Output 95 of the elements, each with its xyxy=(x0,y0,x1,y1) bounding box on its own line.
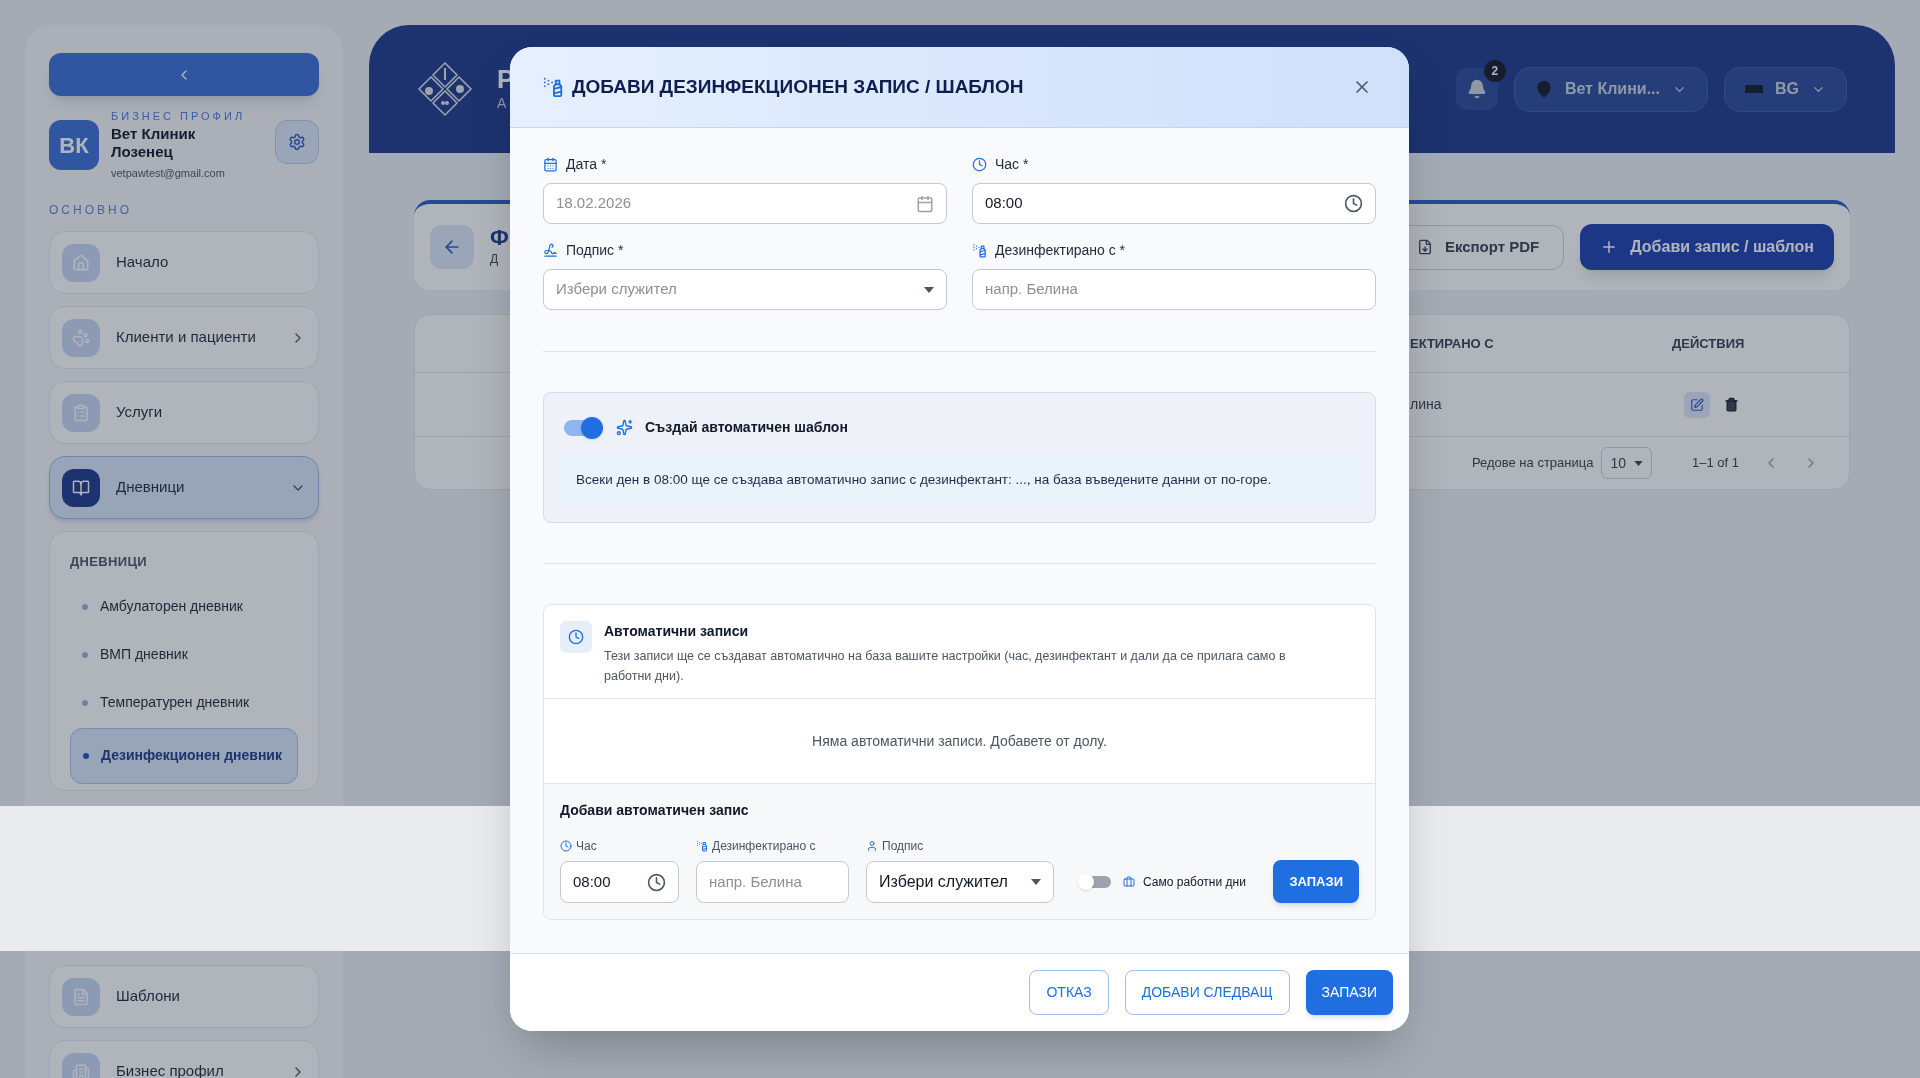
clock-icon xyxy=(1344,194,1363,213)
save-rule-button[interactable]: ЗАПАЗИ xyxy=(1273,860,1359,904)
submenu-item[interactable]: Дезинфекционен дневник xyxy=(70,727,298,784)
spray-icon xyxy=(542,76,564,98)
column-header: ДЕЙСТВИЯ xyxy=(1672,334,1745,353)
edit-button[interactable] xyxy=(1684,391,1710,418)
calendar-icon xyxy=(543,156,558,172)
nav-label: Клиенти и пациенти xyxy=(116,327,257,348)
clock-icon xyxy=(972,156,987,172)
template-label: Създай автоматичен шаблон xyxy=(645,418,848,437)
submenu-item[interactable]: Амбулаторен дневник xyxy=(70,583,298,630)
input-field[interactable]: 08:00 xyxy=(972,183,1376,224)
empty-state-text: Няма автоматични записи. Добавете от долу. xyxy=(812,731,1107,751)
working-days-label: Само работни дни xyxy=(1143,874,1246,892)
submenu-item[interactable]: Температурен дневник xyxy=(70,679,298,726)
clock-icon xyxy=(560,840,572,853)
document-icon xyxy=(72,987,90,1006)
spray-icon xyxy=(972,242,987,258)
page-subtitle: Д xyxy=(490,251,500,268)
nav-label: Услуги xyxy=(116,402,164,423)
add-form-title: Добави автоматичен запис xyxy=(560,801,750,821)
profile-email: vetpawtest@gmail.com xyxy=(111,165,226,181)
input-field[interactable]: 08:00 xyxy=(560,861,679,904)
nav-item[interactable]: Дневници xyxy=(49,456,319,519)
input-field[interactable]: напр. Белина xyxy=(696,861,849,904)
building-icon xyxy=(72,1062,90,1078)
table-cell-text: лина xyxy=(1410,395,1443,414)
select-field[interactable]: Избери служител xyxy=(866,861,1054,904)
toggle-switch[interactable] xyxy=(564,419,600,436)
avatar: ВК xyxy=(49,120,99,170)
auto-records-description: Тези записи ще се създават автоматично на база вашите настройки (час, дезинфектант и дали да се прилага само в работни дни). xyxy=(604,648,1287,686)
clock-icon xyxy=(647,872,666,892)
submenu-title: ДНЕВНИЦИ xyxy=(70,553,148,571)
notifications-button[interactable] xyxy=(1455,68,1498,110)
signature-icon xyxy=(543,242,558,258)
notification-badge: 2 xyxy=(1483,60,1506,82)
book-icon xyxy=(72,478,90,497)
input-field[interactable]: напр. Белина xyxy=(972,269,1376,310)
section-label: ОСНОВНО xyxy=(49,202,133,219)
field-label: Час xyxy=(576,838,597,856)
auto-records-title: Автоматични записи xyxy=(604,622,750,642)
rows-per-page-select[interactable]: 10 xyxy=(1601,447,1652,479)
clipboard-icon xyxy=(72,403,90,422)
sparkles-icon xyxy=(616,419,633,436)
clinic-select[interactable]: Вет Клини... xyxy=(1513,66,1708,112)
logo-icon xyxy=(417,61,473,117)
modal-title: ДОБАВИ ДЕЗИНФЕКЦИОНЕН ЗАПИС / ШАБЛОН xyxy=(572,74,1024,99)
back-button[interactable] xyxy=(430,225,474,269)
submenu-item[interactable]: ВМП дневник xyxy=(70,631,298,678)
nav-label: Шаблони xyxy=(116,986,181,1007)
home-icon xyxy=(72,253,90,272)
template-info: Всеки ден в 08:00 ще се създава автоматично запис с дезинфектант: ..., на база въведените данни от по-горе. xyxy=(560,454,1359,507)
user-icon xyxy=(866,840,878,853)
field-label: Подпис * xyxy=(566,240,624,260)
paw-icon xyxy=(72,328,90,347)
caret-icon xyxy=(1031,879,1041,886)
spray-icon xyxy=(696,840,708,853)
caret-icon xyxy=(924,286,934,293)
save-button[interactable]: ЗАПАЗИ xyxy=(1305,970,1393,1015)
pdf-file-icon xyxy=(1416,239,1433,255)
profile-label: БИЗНЕС ПРОФИЛ xyxy=(111,109,247,124)
column-header: ЕКТИРАНО С xyxy=(1410,334,1495,353)
field-label: Дезинфектирано с * xyxy=(995,240,1126,260)
field-label: Час * xyxy=(995,154,1029,174)
page-range: 1–1 of 1 xyxy=(1692,454,1739,473)
calendar-icon xyxy=(916,194,934,213)
field-label: Дата * xyxy=(566,154,607,174)
nav-item[interactable]: Клиенти и пациенти xyxy=(49,306,319,369)
clock-icon xyxy=(568,629,584,646)
nav-label: Дневници xyxy=(116,477,186,498)
language-select[interactable]: BG xyxy=(1724,66,1847,112)
settings-icon xyxy=(288,133,306,151)
bell-icon xyxy=(1466,79,1487,99)
field-label: Подпис xyxy=(882,838,924,856)
edit-icon xyxy=(1690,397,1704,412)
rows-per-page-label: Редове на страница xyxy=(1471,454,1594,473)
nav-item[interactable]: Шаблони xyxy=(49,965,319,1028)
flag-icon xyxy=(1745,85,1763,93)
nav-item[interactable]: Услуги xyxy=(49,381,319,444)
outlined-button[interactable]: ДОБАВИ СЛЕДВАЩ xyxy=(1124,970,1290,1015)
outlined-button[interactable]: ОТКАЗ xyxy=(1029,970,1109,1015)
field-label: Дезинфектирано с xyxy=(712,838,816,856)
add-record-button[interactable]: Добави запис / шаблон xyxy=(1580,224,1834,270)
briefcase-icon xyxy=(1123,876,1135,889)
nav-item[interactable]: Начало xyxy=(49,231,319,294)
app-subtitle: А xyxy=(497,93,508,113)
caret-icon xyxy=(1634,460,1643,466)
nav-label: Начало xyxy=(116,252,170,273)
settings-button[interactable] xyxy=(275,120,319,164)
page-title: Ф xyxy=(490,226,509,250)
toggle-switch[interactable] xyxy=(1081,876,1111,889)
select-field[interactable]: Избери служител xyxy=(543,269,947,310)
trash-icon xyxy=(1723,397,1739,412)
profile-name: Вет Клиник Лозенец xyxy=(111,124,197,161)
map-pin-icon xyxy=(1534,80,1553,98)
